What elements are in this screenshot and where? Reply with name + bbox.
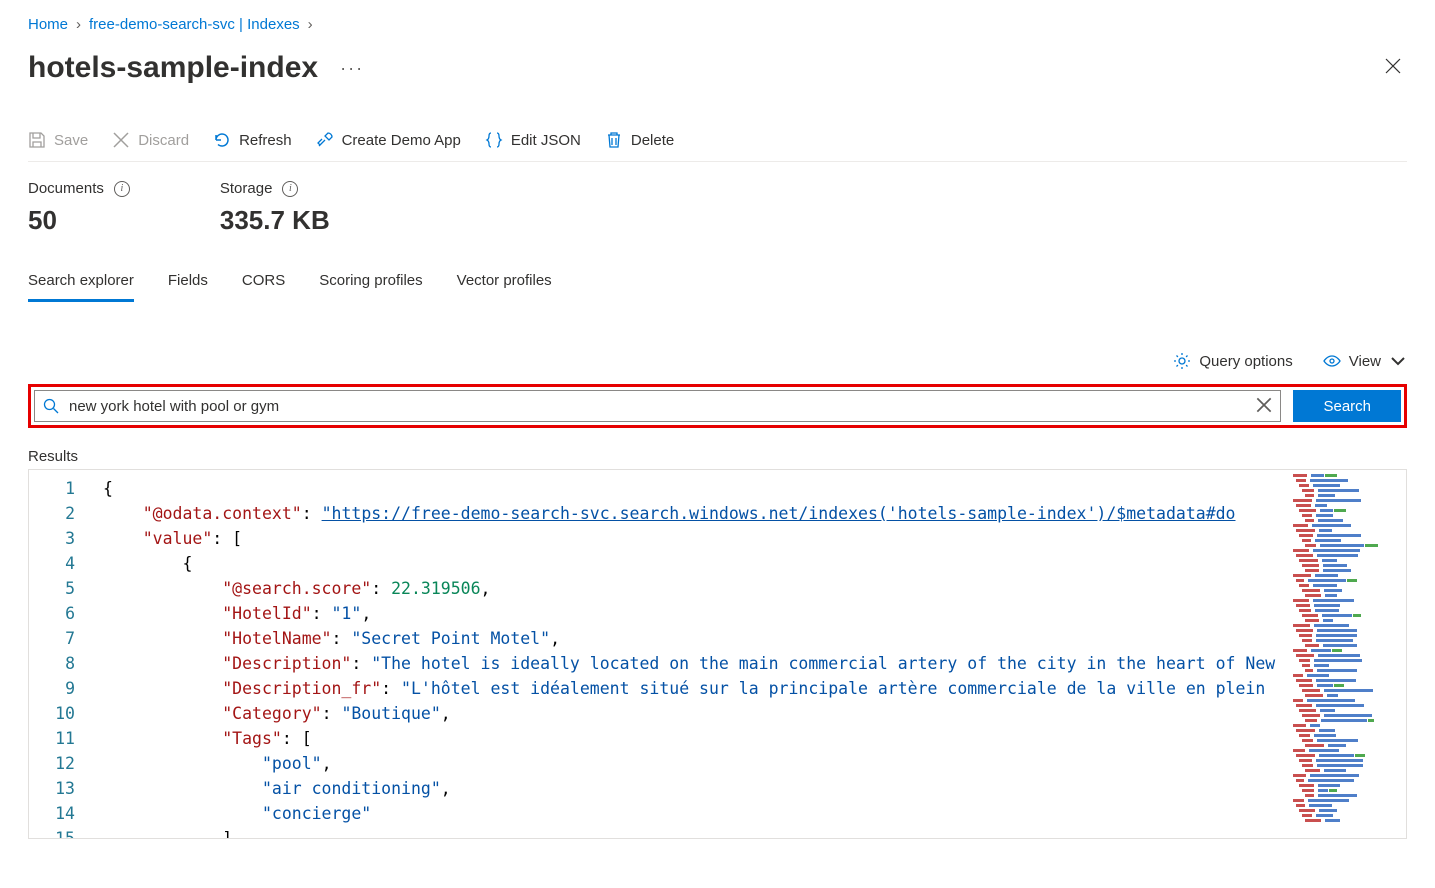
chevron-right-icon: › xyxy=(76,16,81,33)
close-icon xyxy=(1385,58,1401,74)
tab-fields[interactable]: Fields xyxy=(168,272,208,302)
page-title: hotels-sample-index xyxy=(28,51,318,85)
breadcrumb-service[interactable]: free-demo-search-svc | Indexes xyxy=(89,16,300,33)
minimap[interactable] xyxy=(1286,470,1406,838)
create-demo-app-button[interactable]: Create Demo App xyxy=(316,131,461,149)
tabs: Search explorer Fields CORS Scoring prof… xyxy=(28,272,1407,302)
search-input[interactable] xyxy=(69,398,1246,415)
search-button[interactable]: Search xyxy=(1293,390,1401,422)
documents-stat: Documents i 50 xyxy=(28,180,130,236)
storage-label: Storage xyxy=(220,180,273,197)
delete-button[interactable]: Delete xyxy=(605,131,674,149)
close-button[interactable] xyxy=(1379,52,1407,85)
info-icon[interactable]: i xyxy=(282,181,298,197)
trash-icon xyxy=(605,131,623,149)
tab-search-explorer[interactable]: Search explorer xyxy=(28,272,134,302)
search-row-highlight: Search xyxy=(28,384,1407,428)
save-icon xyxy=(28,131,46,149)
refresh-icon xyxy=(213,131,231,149)
more-actions-button[interactable]: ··· xyxy=(340,58,364,79)
eye-icon xyxy=(1323,352,1341,370)
breadcrumb: Home › free-demo-search-svc | Indexes › xyxy=(28,0,1407,33)
breadcrumb-home[interactable]: Home xyxy=(28,16,68,33)
view-button[interactable]: View xyxy=(1323,352,1407,370)
clear-search-button[interactable] xyxy=(1256,397,1272,416)
tab-scoring-profiles[interactable]: Scoring profiles xyxy=(319,272,422,302)
json-results[interactable]: { "@odata.context": "https://free-demo-s… xyxy=(93,470,1286,838)
query-options-button[interactable]: Query options xyxy=(1173,352,1292,370)
edit-json-button[interactable]: Edit JSON xyxy=(485,131,581,149)
storage-value: 335.7 KB xyxy=(220,205,330,236)
save-button: Save xyxy=(28,131,88,149)
results-editor: 123456789101112131415 { "@odata.context"… xyxy=(28,469,1407,839)
documents-label: Documents xyxy=(28,180,104,197)
tab-cors[interactable]: CORS xyxy=(242,272,285,302)
stats-row: Documents i 50 Storage i 335.7 KB xyxy=(28,180,1407,236)
refresh-button[interactable]: Refresh xyxy=(213,131,292,149)
results-label: Results xyxy=(28,448,1407,465)
tools-icon xyxy=(316,131,334,149)
chevron-down-icon xyxy=(1389,352,1407,370)
search-icon xyxy=(43,398,59,414)
braces-icon xyxy=(485,131,503,149)
close-icon xyxy=(1256,397,1272,413)
gear-icon xyxy=(1173,352,1191,370)
discard-button: Discard xyxy=(112,131,189,149)
chevron-right-icon: › xyxy=(308,16,313,33)
discard-icon xyxy=(112,131,130,149)
storage-stat: Storage i 335.7 KB xyxy=(220,180,330,236)
line-gutter: 123456789101112131415 xyxy=(29,470,93,838)
tab-vector-profiles[interactable]: Vector profiles xyxy=(457,272,552,302)
documents-value: 50 xyxy=(28,205,130,236)
toolbar: Save Discard Refresh Create Demo App Edi… xyxy=(28,131,1407,162)
search-box[interactable] xyxy=(34,390,1281,422)
info-icon[interactable]: i xyxy=(114,181,130,197)
